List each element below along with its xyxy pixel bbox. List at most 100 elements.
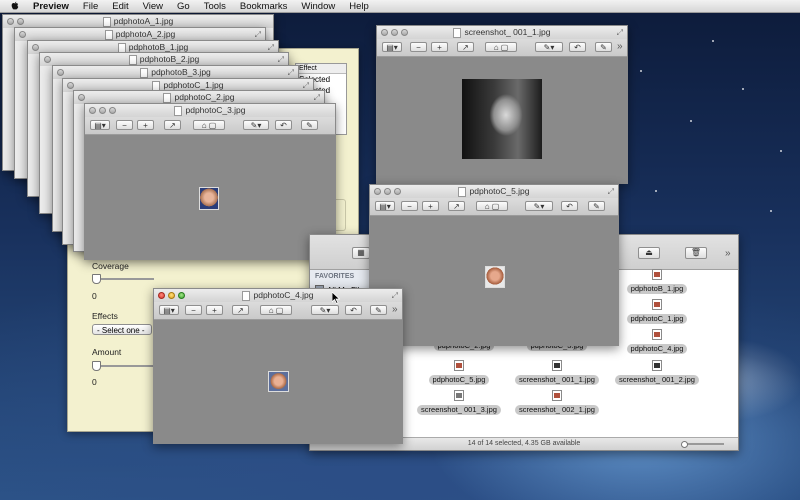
zoom-button[interactable] (178, 292, 185, 299)
rotate-button[interactable]: ⌂ ▢ (260, 305, 292, 315)
zoom-button[interactable] (401, 29, 408, 36)
markup-pen-button[interactable]: ✎▾ (525, 201, 553, 211)
close-button[interactable] (89, 107, 96, 114)
minimize-button[interactable] (99, 107, 106, 114)
fullscreen-icon[interactable]: ⤢ (288, 68, 294, 78)
sidebar-view-button[interactable]: ▤▾ (382, 42, 402, 52)
amount-slider-track[interactable] (94, 365, 154, 367)
preview-window-screenshot[interactable]: screenshot_ 001_1.jpg ⤢ ▤▾ − + ↗ ⌂ ▢ ✎▾ … (376, 25, 628, 184)
preview-window-c4[interactable]: pdphotoC_4.jpg ⤢ ▤▾ − + ↗ ⌂ ▢ ✎▾ ↶ ✎ » (153, 288, 403, 444)
menu-go[interactable]: Go (170, 1, 197, 12)
markup-pen-button[interactable]: ✎▾ (243, 120, 269, 130)
window-titlebar[interactable]: pdphotoC_3.jpg (85, 104, 335, 117)
rotate-button[interactable]: ⌂ ▢ (485, 42, 517, 52)
menu-view[interactable]: View (136, 1, 170, 12)
preview-window-c3[interactable]: pdphotoC_3.jpg ▤▾ − + ↗ ⌂ ▢ ✎▾ ↶ ✎ (84, 103, 336, 260)
share-button[interactable]: ↗ (164, 120, 181, 130)
fullscreen-icon[interactable]: ⤢ (392, 291, 398, 301)
close-button[interactable] (32, 44, 39, 51)
edit-toolbar-button[interactable]: ✎ (588, 201, 605, 211)
close-button[interactable] (78, 94, 85, 101)
view-mode-button[interactable]: ▦ (352, 247, 370, 259)
file-item[interactable]: pdphotoC_1.jpg (612, 299, 702, 324)
file-item[interactable]: pdphotoC_5.jpg (414, 360, 504, 385)
menu-file[interactable]: File (76, 1, 105, 12)
preview-window-c5[interactable]: pdphotoC_5.jpg ⤢ ▤▾ − + ↗ ⌂ ▢ ✎▾ ↶ ✎ (369, 184, 619, 346)
edit-toolbar-button[interactable]: ✎ (301, 120, 318, 130)
close-button[interactable] (67, 82, 74, 89)
fullscreen-icon[interactable]: ⤢ (617, 28, 623, 38)
toolbar-overflow-icon[interactable]: » (392, 304, 398, 315)
file-item[interactable]: screenshot_ 001_3.jpg (414, 390, 504, 415)
coverage-slider-knob[interactable] (92, 274, 101, 284)
zoom-in-button[interactable]: + (422, 201, 439, 211)
amount-value: 0 (92, 377, 97, 387)
zoom-in-button[interactable]: + (137, 120, 154, 130)
rotate-button[interactable]: ⌂ ▢ (193, 120, 225, 130)
coverage-slider-track[interactable] (94, 278, 154, 280)
file-item[interactable]: screenshot_ 001_2.jpg (612, 360, 702, 385)
file-item[interactable]: pdphotoB_1.jpg (612, 269, 702, 294)
edit-toolbar-button[interactable]: ✎ (595, 42, 612, 52)
edit-toolbar-button[interactable]: ✎ (370, 305, 387, 315)
close-button[interactable] (19, 31, 26, 38)
menu-help[interactable]: Help (342, 1, 376, 12)
window-titlebar[interactable]: screenshot_ 001_1.jpg (377, 26, 627, 39)
fullscreen-icon[interactable]: ⤢ (314, 93, 320, 103)
undo-button[interactable]: ↶ (569, 42, 586, 52)
minimize-button[interactable] (384, 188, 391, 195)
minimize-button[interactable] (17, 18, 24, 25)
window-titlebar[interactable]: pdphotoC_4.jpg (154, 289, 402, 302)
file-item[interactable]: pdphotoC_4.jpg (612, 329, 702, 354)
menu-app-name[interactable]: Preview (26, 1, 76, 12)
menu-bookmarks[interactable]: Bookmarks (233, 1, 295, 12)
icon-size-slider-knob[interactable] (681, 441, 688, 448)
fullscreen-icon[interactable]: ⤢ (255, 30, 261, 40)
sidebar-view-button[interactable]: ▤▾ (159, 305, 179, 315)
close-button[interactable] (374, 188, 381, 195)
fullscreen-icon[interactable]: ⤢ (278, 55, 284, 65)
share-button[interactable]: ↗ (457, 42, 474, 52)
toolbar-overflow-icon[interactable]: » (725, 248, 731, 259)
share-button[interactable]: ↗ (448, 201, 465, 211)
share-button[interactable]: ↗ (232, 305, 249, 315)
rotate-button[interactable]: ⌂ ▢ (476, 201, 508, 211)
markup-pen-button[interactable]: ✎▾ (311, 305, 339, 315)
zoom-out-button[interactable]: − (185, 305, 202, 315)
icon-size-slider[interactable] (686, 443, 724, 445)
zoom-button[interactable] (109, 107, 116, 114)
close-button[interactable] (158, 292, 165, 299)
undo-button[interactable]: ↶ (561, 201, 578, 211)
markup-pen-button[interactable]: ✎▾ (535, 42, 563, 52)
minimize-button[interactable] (391, 29, 398, 36)
file-item[interactable]: screenshot_ 001_1.jpg (512, 360, 602, 385)
zoom-out-button[interactable]: − (401, 201, 418, 211)
close-button[interactable] (57, 69, 64, 76)
amount-slider-knob[interactable] (92, 361, 101, 371)
close-button[interactable] (44, 56, 51, 63)
sidebar-view-button[interactable]: ▤▾ (90, 120, 110, 130)
sidebar-view-button[interactable]: ▤▾ (375, 201, 395, 211)
apple-menu-icon[interactable] (10, 1, 20, 11)
undo-button[interactable]: ↶ (275, 120, 292, 130)
trash-button[interactable]: 🗑 (685, 247, 707, 259)
eject-button[interactable]: ⏏ (638, 247, 660, 259)
toolbar-overflow-icon[interactable]: » (617, 41, 623, 52)
undo-button[interactable]: ↶ (345, 305, 362, 315)
minimize-button[interactable] (168, 292, 175, 299)
window-titlebar[interactable]: pdphotoC_5.jpg (370, 185, 618, 198)
close-button[interactable] (381, 29, 388, 36)
menu-edit[interactable]: Edit (105, 1, 135, 12)
zoom-out-button[interactable]: − (116, 120, 133, 130)
file-item[interactable]: screenshot_ 002_1.jpg (512, 390, 602, 415)
zoom-out-button[interactable]: − (410, 42, 427, 52)
menu-tools[interactable]: Tools (197, 1, 233, 12)
effects-select[interactable]: - Select one - (92, 324, 152, 335)
zoom-in-button[interactable]: + (431, 42, 448, 52)
zoom-button[interactable] (394, 188, 401, 195)
zoom-in-button[interactable]: + (206, 305, 223, 315)
document-icon (458, 186, 467, 197)
menu-window[interactable]: Window (294, 1, 342, 12)
close-button[interactable] (7, 18, 14, 25)
fullscreen-icon[interactable]: ⤢ (608, 187, 614, 197)
